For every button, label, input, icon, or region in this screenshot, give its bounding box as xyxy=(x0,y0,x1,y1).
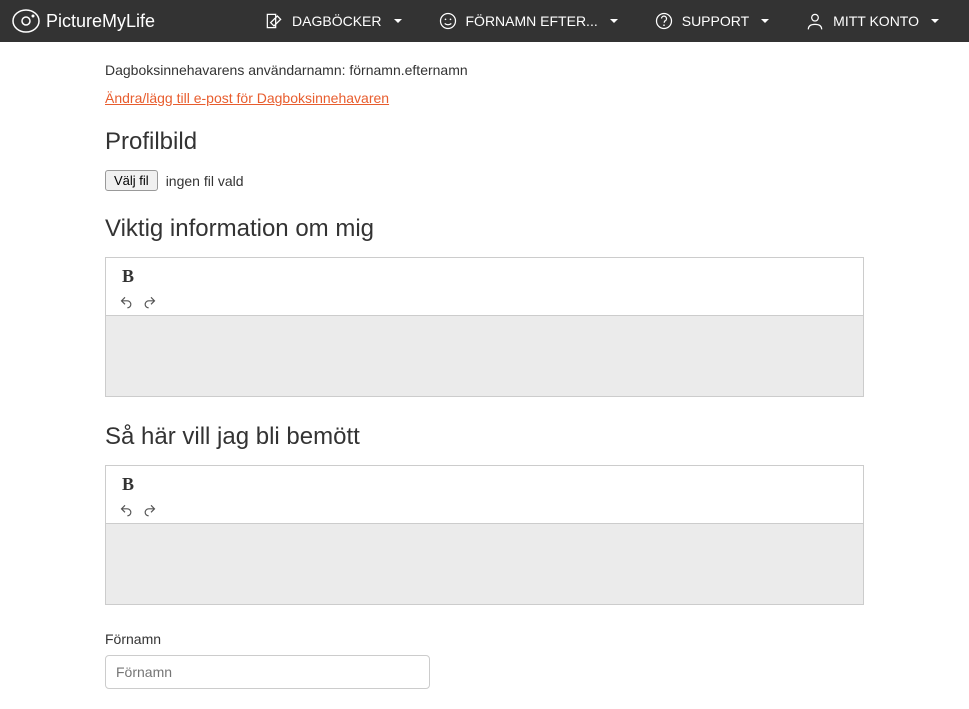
undo-icon[interactable] xyxy=(118,295,132,309)
nav-support-label: SUPPORT xyxy=(682,13,749,29)
navbar: PictureMyLife DAGBÖCKER FÖRNAMN EFTER... xyxy=(0,0,969,42)
owner-username: Dagboksinnehavarens användarnamn: förnam… xyxy=(105,62,864,78)
caret-icon xyxy=(610,19,618,23)
help-icon xyxy=(654,11,674,31)
edit-email-link[interactable]: Ändra/lägg till e-post för Dagboksinneha… xyxy=(105,90,389,106)
nav-name[interactable]: FÖRNAMN EFTER... xyxy=(420,11,636,31)
nav-name-label: FÖRNAMN EFTER... xyxy=(466,13,598,29)
logo-text: PictureMyLife xyxy=(46,11,155,32)
caret-icon xyxy=(931,19,939,23)
important-editor-content[interactable] xyxy=(106,316,863,396)
important-heading: Viktig information om mig xyxy=(105,215,864,243)
firstname-label: Förnamn xyxy=(105,631,864,647)
nav-diaries[interactable]: DAGBÖCKER xyxy=(246,11,419,31)
nav-support[interactable]: SUPPORT xyxy=(636,11,787,31)
bold-button[interactable]: B xyxy=(116,472,140,497)
book-pencil-icon xyxy=(264,11,284,31)
nav-account[interactable]: MITT KONTO xyxy=(787,11,957,31)
file-status: ingen fil vald xyxy=(166,173,244,189)
nav-diaries-label: DAGBÖCKER xyxy=(292,13,381,29)
redo-icon[interactable] xyxy=(144,295,158,309)
file-row: Välj fil ingen fil vald xyxy=(105,170,864,191)
redo-icon[interactable] xyxy=(144,503,158,517)
logo-icon xyxy=(12,9,40,33)
bold-button[interactable]: B xyxy=(116,264,140,289)
file-choose-button[interactable]: Välj fil xyxy=(105,170,158,191)
treatment-heading: Så här vill jag bli bemött xyxy=(105,423,864,451)
main-content: Dagboksinnehavarens användarnamn: förnam… xyxy=(0,42,969,709)
logo[interactable]: PictureMyLife xyxy=(12,9,155,33)
editor-toolbar: B xyxy=(106,466,863,524)
caret-icon xyxy=(394,19,402,23)
undo-icon[interactable] xyxy=(118,503,132,517)
firstname-input[interactable] xyxy=(105,655,430,689)
caret-icon xyxy=(761,19,769,23)
important-editor: B xyxy=(105,257,864,397)
treatment-editor: B xyxy=(105,465,864,605)
profile-heading: Profilbild xyxy=(105,128,864,156)
nav-account-label: MITT KONTO xyxy=(833,13,919,29)
treatment-editor-content[interactable] xyxy=(106,524,863,604)
nav-items: DAGBÖCKER FÖRNAMN EFTER... SUPPORT xyxy=(246,11,957,31)
smile-icon xyxy=(438,11,458,31)
editor-toolbar: B xyxy=(106,258,863,316)
user-icon xyxy=(805,11,825,31)
